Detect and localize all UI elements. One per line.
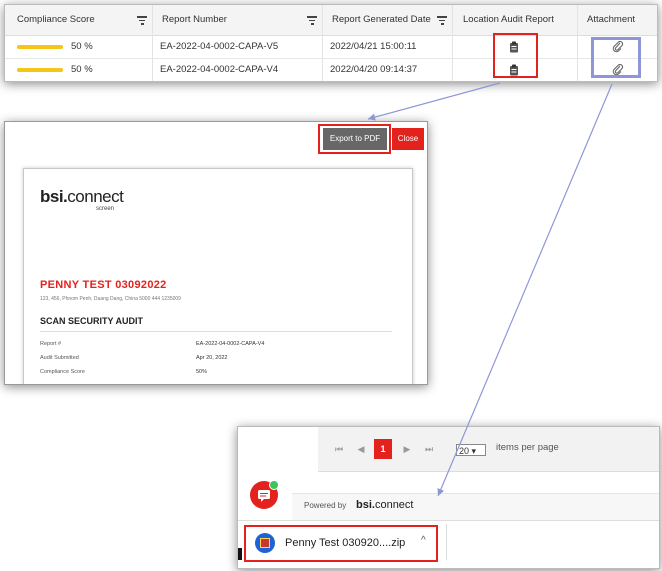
footer	[292, 493, 659, 521]
items-per-page-select[interactable]: 20 ▾	[456, 444, 486, 456]
field-label: Compliance Score	[40, 369, 85, 375]
report-document: bsi.connect screen PENNY TEST 03092022 1…	[23, 168, 413, 384]
filter-icon[interactable]	[437, 16, 447, 25]
field-value: Apr 20, 2022	[196, 355, 228, 361]
report-date: 2022/04/21 15:00:11	[330, 41, 417, 52]
next-page-icon[interactable]: ▶	[400, 439, 414, 459]
filter-icon[interactable]	[307, 16, 317, 25]
compliance-score-bar	[17, 45, 63, 49]
close-button[interactable]: Close	[392, 128, 424, 150]
report-address: 123, 456, Phnom Penh, Daang Dang, China …	[40, 296, 181, 302]
filter-icon[interactable]	[137, 16, 147, 25]
table-row[interactable]: 50 % EA-2022-04-0002-CAPA-V4 2022/04/20 …	[5, 59, 657, 81]
highlight-attachment	[591, 37, 641, 78]
prev-page-icon[interactable]: ◀	[354, 439, 368, 459]
report-table: Compliance Score Report Number Report Ge…	[4, 4, 658, 82]
page-button-1[interactable]: 1	[374, 439, 392, 459]
arrow-to-preview	[367, 82, 501, 121]
divider	[40, 331, 392, 332]
field-label: Report #	[40, 341, 62, 347]
divider	[446, 524, 447, 560]
field-value: 50%	[196, 369, 208, 375]
report-number: EA-2022-04-0002-CAPA-V4	[160, 64, 279, 75]
report-title: PENNY TEST 03092022	[40, 279, 167, 291]
header-report-number[interactable]: Report Number	[162, 5, 227, 35]
compliance-score-text: 50 %	[71, 41, 93, 52]
header-report-generated-date[interactable]: Report Generated Date	[332, 5, 431, 35]
download-window: ⏮ ◀ 1 ▶ ⏭ 20 ▾ items per page Powered by…	[237, 426, 660, 569]
items-per-page-label: items per page	[496, 442, 559, 453]
highlight-download-item	[244, 525, 438, 562]
compliance-score-bar	[17, 68, 63, 72]
field-label: Audit Submitted	[40, 355, 79, 361]
online-status-dot	[269, 480, 279, 490]
highlight-export-button	[318, 124, 391, 154]
chat-icon[interactable]	[250, 480, 279, 509]
bsi-connect-logo: bsi.connect	[356, 499, 414, 511]
highlight-audit-report	[493, 33, 538, 78]
table-header: Compliance Score Report Number Report Ge…	[5, 5, 657, 36]
powered-by-label: Powered by	[304, 501, 347, 510]
report-preview-window: Export to PDF Close bsi.connect screen P…	[4, 121, 428, 385]
report-date: 2022/04/20 09:14:37	[330, 64, 418, 75]
bsi-connect-logo: bsi.connect	[40, 187, 124, 206]
report-number: EA-2022-04-0002-CAPA-V5	[160, 41, 279, 52]
compliance-score-text: 50 %	[71, 64, 93, 75]
field-value: EA-2022-04-0002-CAPA-V4	[196, 341, 265, 347]
table-row[interactable]: 50 % EA-2022-04-0002-CAPA-V5 2022/04/21 …	[5, 36, 657, 59]
header-compliance-score[interactable]: Compliance Score	[17, 5, 95, 35]
last-page-icon[interactable]: ⏭	[422, 439, 436, 459]
logo-subtitle: screen	[96, 206, 115, 212]
header-attachment: Attachment	[587, 14, 636, 25]
report-section-title: SCAN SECURITY AUDIT	[40, 316, 144, 326]
pagination: ⏮ ◀ 1 ▶ ⏭ 20 ▾ items per page	[318, 427, 659, 472]
header-location-audit-report: Location Audit Report	[463, 14, 554, 25]
first-page-icon[interactable]: ⏮	[332, 439, 346, 459]
